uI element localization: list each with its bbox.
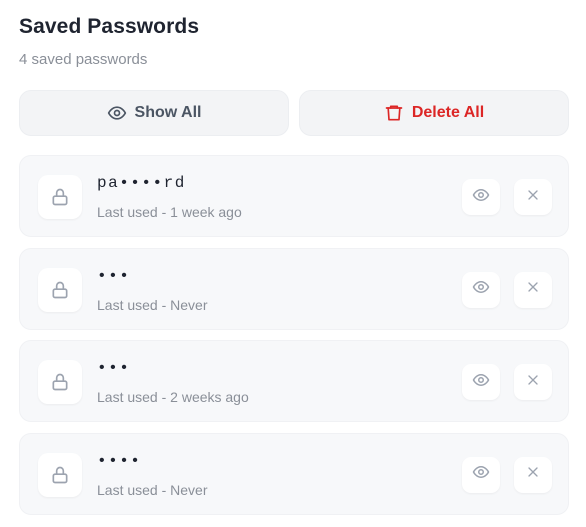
last-used-text: Last used - 2 weeks ago	[97, 389, 249, 405]
remove-password-button[interactable]	[514, 456, 552, 493]
remove-password-button[interactable]	[514, 271, 552, 308]
last-used-text: Last used - Never	[97, 481, 208, 498]
remove-password-button[interactable]	[514, 364, 552, 400]
reveal-password-button[interactable]	[462, 364, 500, 400]
trash-icon	[384, 103, 404, 123]
close-icon	[525, 464, 541, 485]
lock-icon	[38, 452, 82, 497]
last-used-text: Last used - Never	[97, 296, 208, 313]
reveal-password-button[interactable]	[462, 456, 500, 493]
lock-icon	[38, 360, 82, 404]
page-title: Saved Passwords	[19, 15, 200, 38]
password-count: 4 saved passwords	[19, 51, 148, 68]
password-item: pa••••rd Last used - 1 week ago	[19, 155, 569, 237]
masked-password: pa••••rd	[97, 174, 186, 192]
masked-password: •••	[97, 266, 131, 285]
masked-password: •••	[97, 359, 131, 377]
remove-password-button[interactable]	[514, 179, 552, 215]
close-icon	[525, 187, 541, 208]
eye-icon	[472, 463, 490, 486]
show-all-label: Show All	[134, 104, 202, 121]
reveal-password-button[interactable]	[462, 271, 500, 308]
delete-all-label: Delete All	[411, 104, 485, 121]
password-list: pa••••rd Last used - 1 week ago ••• Last…	[19, 155, 569, 525]
last-used-text: Last used - 1 week ago	[97, 204, 242, 220]
close-icon	[525, 279, 541, 300]
password-item: ••• Last used - Never	[19, 247, 569, 330]
show-all-button[interactable]: Show All	[19, 90, 289, 136]
lock-icon	[38, 267, 82, 312]
password-item: •••• Last used - Never	[19, 432, 569, 515]
masked-password: ••••	[97, 451, 142, 470]
lock-icon	[38, 175, 82, 219]
eye-icon	[107, 103, 127, 123]
eye-icon	[472, 186, 490, 209]
close-icon	[525, 372, 541, 393]
eye-icon	[472, 371, 490, 394]
eye-icon	[472, 278, 490, 301]
password-item: ••• Last used - 2 weeks ago	[19, 340, 569, 422]
reveal-password-button[interactable]	[462, 179, 500, 215]
delete-all-button[interactable]: Delete All	[299, 90, 569, 136]
